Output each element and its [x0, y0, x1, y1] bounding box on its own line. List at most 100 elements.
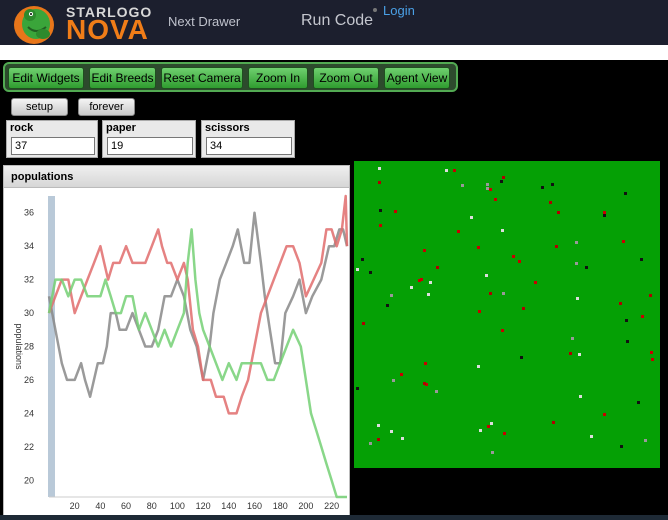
y-tick-label: 20	[24, 475, 34, 485]
agent	[377, 438, 380, 441]
agent	[640, 258, 643, 261]
agent	[401, 437, 404, 440]
scissors-widget: scissors	[201, 120, 295, 158]
agent	[503, 432, 506, 435]
agent	[429, 281, 432, 284]
agent	[501, 229, 504, 232]
agent	[502, 292, 505, 295]
agent	[390, 430, 393, 433]
login-link[interactable]: Login	[383, 3, 415, 18]
y-tick-label: 28	[24, 342, 34, 352]
starlogo-nova-logo[interactable]: STARLOGO NOVA	[10, 1, 160, 45]
agent	[490, 422, 493, 425]
y-axis-label: populations	[14, 323, 24, 370]
login-bullet-icon	[373, 8, 377, 12]
agent	[486, 187, 489, 190]
x-tick-label: 220	[324, 501, 339, 511]
agent	[518, 260, 521, 263]
agent	[502, 176, 505, 179]
world-view[interactable]	[354, 161, 660, 468]
agent	[423, 382, 426, 385]
agent	[379, 209, 382, 212]
agent	[650, 351, 653, 354]
chart-header: populations	[4, 166, 349, 188]
x-tick-label: 60	[121, 501, 131, 511]
agent	[620, 445, 623, 448]
agent	[494, 198, 497, 201]
agent	[477, 365, 480, 368]
agent	[624, 192, 627, 195]
x-tick-label: 140	[221, 501, 236, 511]
agent	[585, 266, 588, 269]
agent	[622, 240, 625, 243]
zoom-out-button[interactable]: Zoom Out	[313, 67, 379, 89]
top-navbar: STARLOGO NOVA Next Drawer Run Code Login	[0, 0, 668, 45]
edit-widgets-button[interactable]: Edit Widgets	[8, 67, 84, 89]
y-tick-label: 34	[24, 241, 34, 251]
agent	[534, 281, 537, 284]
agent-view-button[interactable]: Agent View	[384, 67, 450, 89]
paper-label: paper	[106, 122, 136, 134]
agent	[603, 413, 606, 416]
agent	[491, 451, 494, 454]
next-drawer-link[interactable]: Next Drawer	[168, 14, 240, 29]
agent	[489, 188, 492, 191]
series-line-3	[47, 228, 347, 499]
agent	[637, 401, 640, 404]
agent	[394, 210, 397, 213]
paper-widget: paper	[102, 120, 196, 158]
agent	[410, 286, 413, 289]
paper-value-field[interactable]	[107, 137, 193, 155]
agent	[369, 442, 372, 445]
chart-panel-title: populations	[11, 171, 74, 183]
agent	[420, 278, 423, 281]
forever-button[interactable]: forever	[78, 98, 135, 116]
y-tick-label: 22	[24, 442, 34, 452]
agent	[487, 425, 490, 428]
y-axis-scrollbar	[48, 196, 55, 497]
agent	[477, 246, 480, 249]
agent	[362, 322, 365, 325]
x-tick-label: 120	[196, 501, 211, 511]
reset-camera-button[interactable]: Reset Camera	[161, 67, 243, 89]
agent	[644, 439, 647, 442]
rock-label: rock	[10, 122, 34, 134]
agent	[575, 262, 578, 265]
run-code-link[interactable]: Run Code	[301, 12, 373, 30]
agent	[649, 294, 652, 297]
populations-chart-panel: populations 20 22 24 26 28 30 32 34 36 20 40 60 80 10…	[3, 165, 350, 520]
agent	[377, 424, 380, 427]
agent	[603, 214, 606, 217]
y-tick-label: 32	[24, 275, 34, 285]
x-tick-label: 180	[273, 501, 288, 511]
agent	[479, 429, 482, 432]
rock-value-field[interactable]	[11, 137, 95, 155]
y-tick-label: 24	[24, 408, 34, 418]
x-tick-label: 80	[147, 501, 157, 511]
scissors-label: scissors	[205, 122, 250, 134]
zoom-in-button[interactable]: Zoom In	[248, 67, 308, 89]
bottom-strip	[0, 515, 668, 520]
agent	[551, 183, 554, 186]
agent	[579, 395, 582, 398]
agent	[400, 373, 403, 376]
agent	[619, 302, 622, 305]
agent	[392, 379, 395, 382]
agent	[435, 390, 438, 393]
agent	[378, 167, 381, 170]
agent	[453, 169, 456, 172]
turtle-logo-icon	[14, 6, 54, 44]
edit-breeds-button[interactable]: Edit Breeds	[89, 67, 156, 89]
setup-button[interactable]: setup	[11, 98, 68, 116]
y-tick-label: 26	[24, 375, 34, 385]
agent	[576, 297, 579, 300]
agent	[436, 266, 439, 269]
agent	[356, 387, 359, 390]
y-tick-label: 30	[24, 308, 34, 318]
agent	[590, 435, 593, 438]
agent	[520, 356, 523, 359]
x-tick-label: 40	[95, 501, 105, 511]
agent	[501, 329, 504, 332]
agent	[369, 271, 372, 274]
scissors-value-field[interactable]	[206, 137, 292, 155]
